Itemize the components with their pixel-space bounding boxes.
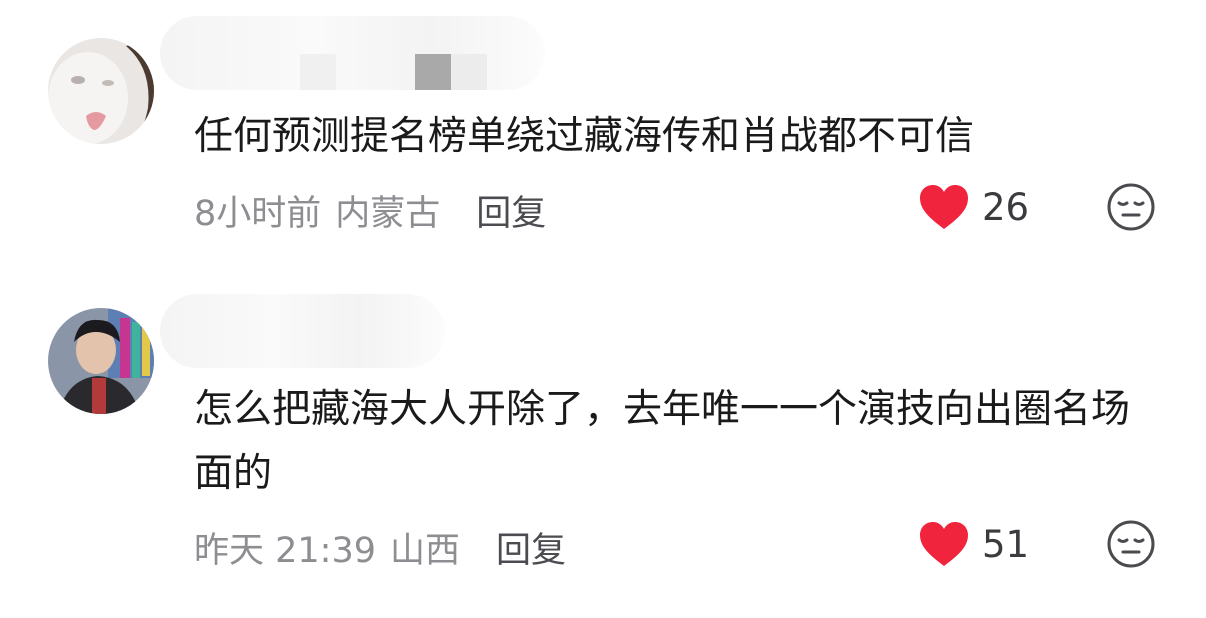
comment-meta: 昨天 21:39 山西 回复 [194,522,566,573]
reply-button[interactable]: 回复 [476,185,546,236]
like-button[interactable]: 51 [918,520,1029,568]
unamused-face-icon[interactable] [1106,182,1156,232]
username-blurred[interactable] [160,16,545,90]
heart-icon [920,522,968,566]
reply-button[interactable]: 回复 [496,522,566,573]
like-count: 26 [982,185,1030,229]
comment-time: 8小时前 [194,194,322,234]
comment-location: 山西 [390,531,461,571]
comment-item: 任何预测提名榜单绕过藏海传和肖战都不可信 8小时前 内蒙古 回复 26 [0,0,1206,270]
avatar[interactable] [48,308,154,414]
like-count: 51 [982,522,1030,566]
like-button[interactable]: 26 [918,183,1029,231]
unamused-face-icon[interactable] [1106,519,1156,569]
comment-item: 怎么把藏海大人开除了，去年唯一一个演技向出圈名场面的 昨天 21:39 山西 回… [0,270,1206,618]
cat-avatar-image [48,38,154,144]
comment-time: 昨天 21:39 [194,531,376,571]
username-blurred[interactable] [160,294,445,368]
heart-icon [920,185,968,229]
blur-block [415,54,451,90]
comment-location: 内蒙古 [335,194,441,234]
blur-block [300,54,336,90]
blur-block [451,54,487,90]
avatar[interactable] [48,38,154,144]
person-avatar-image [48,308,154,414]
comment-text: 任何预测提名榜单绕过藏海传和肖战都不可信 [194,114,975,159]
comment-meta: 8小时前 内蒙古 回复 [194,185,546,236]
comment-text: 怎么把藏海大人开除了，去年唯一一个演技向出圈名场面的 [194,387,1131,496]
